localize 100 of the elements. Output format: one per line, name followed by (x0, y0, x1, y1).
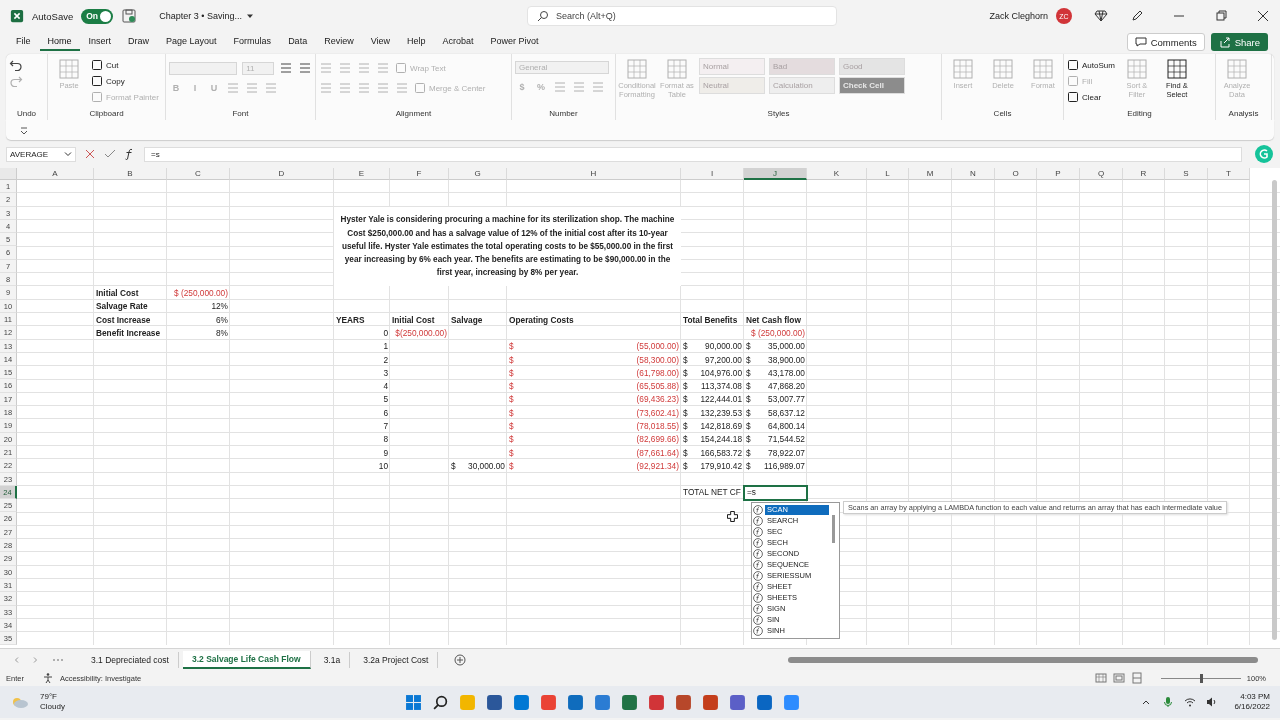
diamond-icon[interactable] (1094, 9, 1108, 23)
formula-field[interactable]: =s (144, 146, 1242, 162)
sheet-tab[interactable]: 3.2a Project Cost (354, 651, 439, 668)
column-header[interactable]: M (909, 168, 952, 180)
menu-tab[interactable]: Data (280, 33, 316, 51)
search-field[interactable]: Search (Alt+Q) (526, 6, 837, 26)
clock-date[interactable]: 6/16/2022 (1234, 702, 1270, 712)
save-icon[interactable] (121, 8, 138, 24)
column-header[interactable]: N (952, 168, 995, 180)
wifi-icon[interactable] (1184, 696, 1197, 708)
column-header[interactable]: Q (1080, 168, 1123, 180)
menu-tab[interactable]: Help (399, 33, 434, 51)
app-icon[interactable] (594, 693, 612, 711)
lines-icon[interactable] (298, 61, 312, 75)
name-box[interactable]: AVERAGE (6, 146, 76, 162)
menu-tab[interactable]: Home (39, 33, 80, 51)
autosave-toggle[interactable]: On (81, 8, 114, 24)
clock-time[interactable]: 4:03 PM (1240, 692, 1270, 702)
column-header[interactable]: I (681, 168, 744, 180)
check-icon[interactable] (104, 148, 116, 160)
horizontal-scrollbar[interactable] (788, 656, 1258, 663)
column-header[interactable]: T (1208, 168, 1250, 180)
menu-tab[interactable]: Formulas (225, 33, 280, 51)
restore-icon[interactable] (1214, 9, 1228, 23)
page-layout-icon[interactable] (1112, 672, 1125, 684)
group-label: Number (548, 109, 579, 118)
menu-tab[interactable]: View (362, 33, 398, 51)
assistant-icon[interactable] (1254, 144, 1274, 164)
column-header[interactable]: D (230, 168, 334, 180)
menu-tab[interactable]: Review (316, 33, 362, 51)
next-sheet-icon[interactable] (31, 655, 39, 664)
pen-icon[interactable] (1130, 9, 1144, 23)
group-label: Editing (1126, 109, 1153, 118)
undo-icon[interactable] (9, 58, 23, 72)
document-title[interactable]: Chapter 3 • Saving... (159, 11, 242, 21)
column-header[interactable]: R (1123, 168, 1165, 180)
column-header[interactable]: P (1037, 168, 1080, 180)
ribbon-button[interactable]: AutoSum (1067, 58, 1115, 72)
app-icon[interactable] (756, 693, 774, 711)
sheet-tab[interactable]: 3.1a (314, 651, 351, 668)
vertical-scrollbar[interactable] (1272, 180, 1277, 640)
column-header[interactable]: L (867, 168, 909, 180)
windows-icon[interactable] (405, 693, 423, 711)
column-header[interactable]: A (17, 168, 94, 180)
column-header[interactable]: K (807, 168, 867, 180)
cell-value: 6 (383, 406, 388, 419)
lines-icon[interactable] (279, 61, 293, 75)
column-header[interactable]: G (449, 168, 507, 180)
menu-tab[interactable]: Page Layout (158, 33, 225, 51)
column-header[interactable]: B (94, 168, 167, 180)
column-header[interactable]: J (744, 168, 807, 180)
app-icon[interactable] (486, 693, 504, 711)
app-icon[interactable] (540, 693, 558, 711)
menu-tab[interactable]: Insert (80, 33, 120, 51)
share-button[interactable]: Share (1210, 33, 1268, 51)
cell-text: Initial Cost (96, 287, 139, 299)
app-icon[interactable] (729, 693, 747, 711)
microphone-icon[interactable] (1162, 696, 1175, 708)
zoom-slider-thumb[interactable] (1199, 673, 1203, 683)
column-header[interactable]: O (995, 168, 1037, 180)
cell-value: 53,007.77 (768, 393, 805, 406)
menu-tab[interactable]: Acrobat (434, 33, 482, 51)
column-header[interactable]: C (167, 168, 230, 180)
ribbon-button[interactable]: Copy (91, 74, 159, 88)
app-icon[interactable] (783, 693, 801, 711)
cloud-icon[interactable] (10, 695, 30, 709)
ribbon-button[interactable]: Clear (1067, 90, 1115, 104)
scrollbar[interactable] (832, 515, 835, 543)
add-sheet-icon[interactable] (454, 653, 467, 666)
comments-button[interactable]: Comments (1126, 33, 1205, 51)
app-icon[interactable] (675, 693, 693, 711)
more-icon[interactable] (52, 657, 64, 662)
active-cell-input[interactable]: =s (743, 484, 808, 502)
app-icon[interactable] (702, 693, 720, 711)
cancel-icon[interactable] (84, 148, 96, 160)
column-header[interactable]: F (390, 168, 449, 180)
app-icon[interactable] (621, 693, 639, 711)
ribbon-button[interactable]: Cut (91, 58, 159, 72)
column-header[interactable]: S (1165, 168, 1208, 180)
app-icon[interactable] (648, 693, 666, 711)
normal-view-icon[interactable] (1094, 672, 1107, 684)
close-icon[interactable] (1256, 9, 1270, 23)
app-icon[interactable] (567, 693, 585, 711)
currency-sign: $ (746, 459, 751, 472)
column-header[interactable]: H (507, 168, 681, 180)
menu-tab[interactable]: Draw (120, 33, 158, 51)
column-header[interactable]: E (334, 168, 390, 180)
sheet-tab[interactable]: 3.2 Salvage Life Cash Flow (182, 650, 311, 669)
cell-value: (92,921.34) (636, 459, 679, 472)
search-icon[interactable] (432, 693, 450, 711)
app-icon[interactable] (513, 693, 531, 711)
menu-tab[interactable]: File (8, 33, 39, 51)
customize-icon[interactable] (18, 124, 30, 136)
sheet-tab[interactable]: 3.1 Depreciated cost (82, 651, 179, 668)
previous-sheet-icon[interactable] (13, 655, 21, 664)
accessibility-icon[interactable] (41, 672, 54, 684)
caret-icon[interactable] (245, 12, 254, 20)
menu-tab[interactable]: Power Pivot (482, 33, 547, 51)
currency-sign: $ (683, 353, 688, 366)
page-break-icon[interactable] (1130, 672, 1143, 684)
